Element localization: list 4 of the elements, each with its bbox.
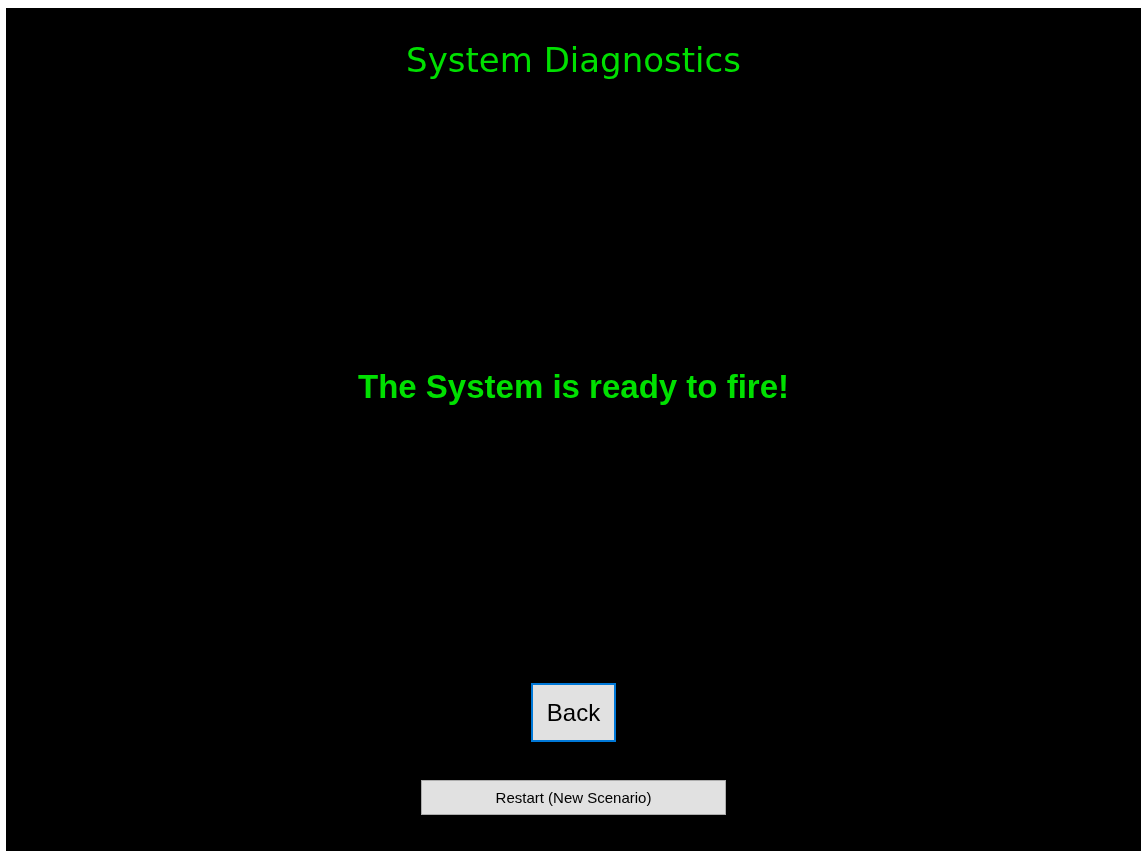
restart-button[interactable]: Restart (New Scenario) xyxy=(421,780,726,815)
status-message: The System is ready to fire! xyxy=(358,367,789,407)
window-title: System Diagnostics xyxy=(406,40,741,80)
back-button[interactable]: Back xyxy=(531,683,616,742)
